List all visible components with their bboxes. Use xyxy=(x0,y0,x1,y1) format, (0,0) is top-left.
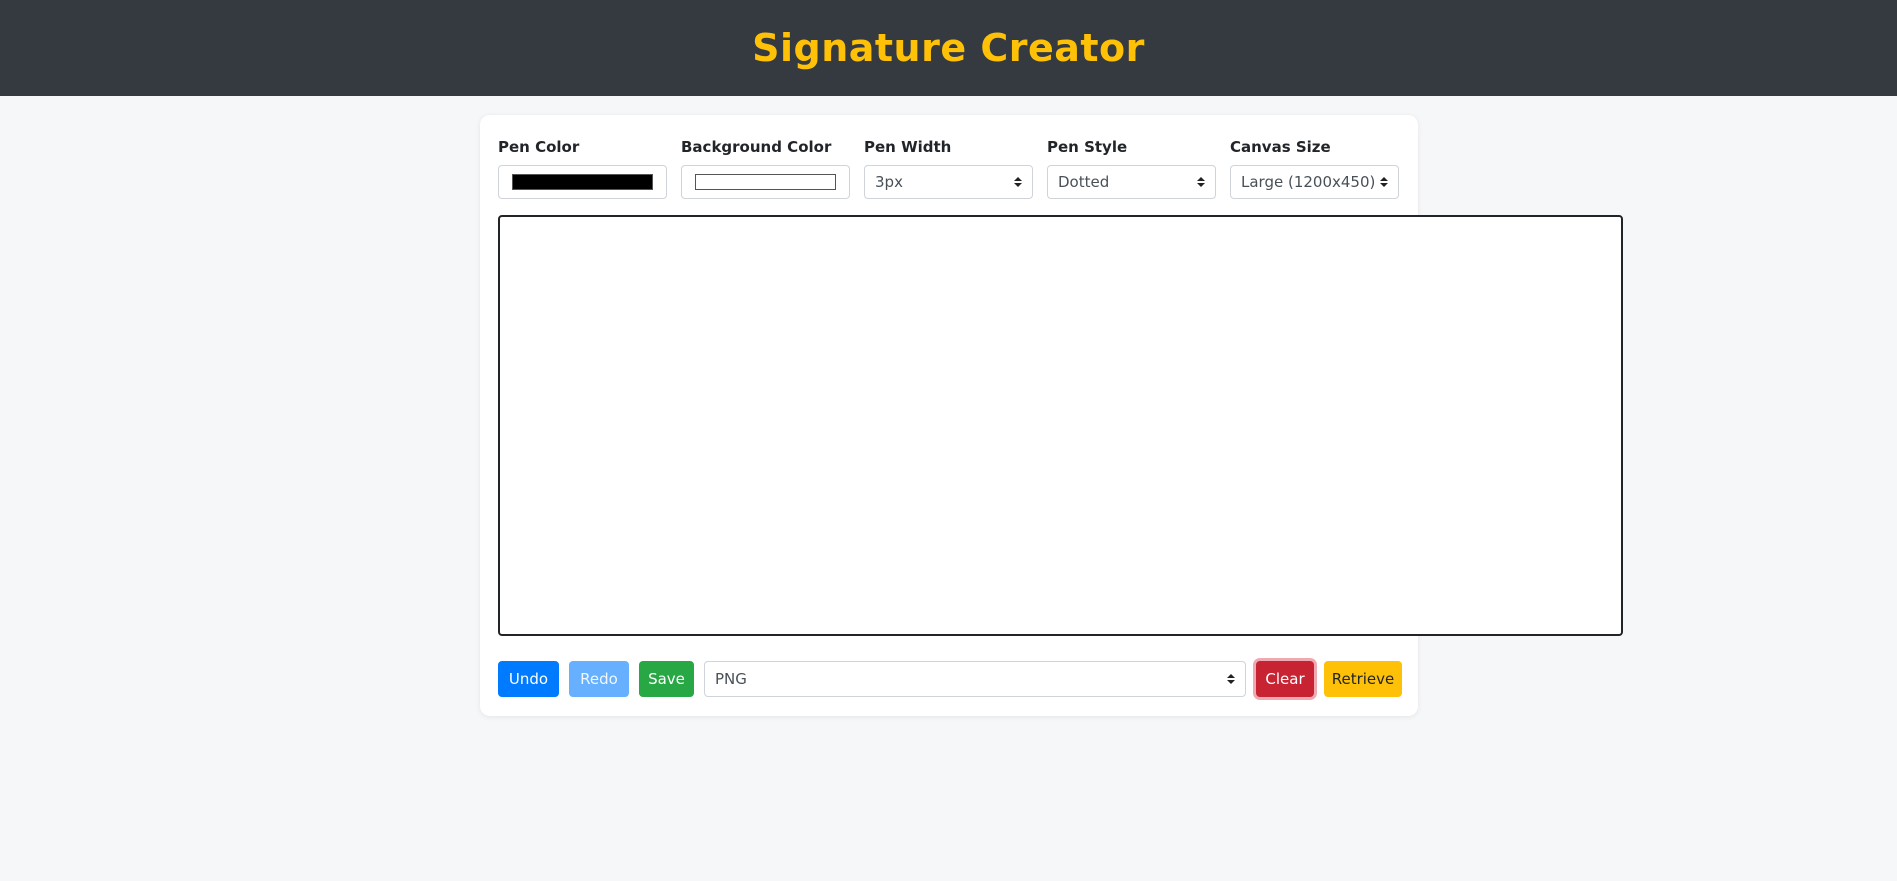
background-color-label: Background Color xyxy=(681,138,832,156)
pen-width-select[interactable]: 3px xyxy=(864,165,1033,199)
clear-button[interactable]: Clear xyxy=(1256,661,1314,697)
background-color-swatch xyxy=(695,174,836,190)
pen-color-swatch xyxy=(512,174,653,190)
pen-width-control: Pen Width 3px xyxy=(864,136,1033,199)
pen-style-control: Pen Style Dotted xyxy=(1047,136,1216,199)
pen-color-label: Pen Color xyxy=(498,138,580,156)
pen-style-value: Dotted xyxy=(1058,173,1110,191)
header-bar: Signature Creator xyxy=(0,0,1897,96)
format-value: PNG xyxy=(715,670,747,688)
select-arrows-icon xyxy=(1014,177,1022,187)
action-bar: Undo Redo Save PNG Clear Retrieve xyxy=(498,661,1402,697)
undo-button[interactable]: Undo xyxy=(498,661,559,697)
save-button[interactable]: Save xyxy=(639,661,694,697)
canvas-size-label: Canvas Size xyxy=(1230,138,1331,156)
canvas-size-control: Canvas Size Large (1200x450) xyxy=(1230,136,1399,199)
redo-button[interactable]: Redo xyxy=(569,661,629,697)
signature-card: Pen Color Background Color Pen Width 3px… xyxy=(480,115,1623,716)
format-select[interactable]: PNG xyxy=(704,661,1246,697)
select-arrows-icon xyxy=(1227,674,1235,684)
select-arrows-icon xyxy=(1380,177,1388,187)
pen-width-label: Pen Width xyxy=(864,138,952,156)
retrieve-button[interactable]: Retrieve xyxy=(1324,661,1402,697)
settings-row: Pen Color Background Color Pen Width 3px… xyxy=(498,136,1399,199)
pen-color-picker[interactable] xyxy=(498,165,667,199)
background-color-control: Background Color xyxy=(681,136,850,199)
pen-color-control: Pen Color xyxy=(498,136,667,199)
signature-canvas[interactable] xyxy=(498,215,1623,636)
pen-width-value: 3px xyxy=(875,173,903,191)
pen-style-select[interactable]: Dotted xyxy=(1047,165,1216,199)
pen-style-label: Pen Style xyxy=(1047,138,1128,156)
select-arrows-icon xyxy=(1197,177,1205,187)
canvas-size-value: Large (1200x450) xyxy=(1241,173,1376,191)
page-title: Signature Creator xyxy=(752,26,1145,70)
background-color-picker[interactable] xyxy=(681,165,850,199)
canvas-size-select[interactable]: Large (1200x450) xyxy=(1230,165,1399,199)
